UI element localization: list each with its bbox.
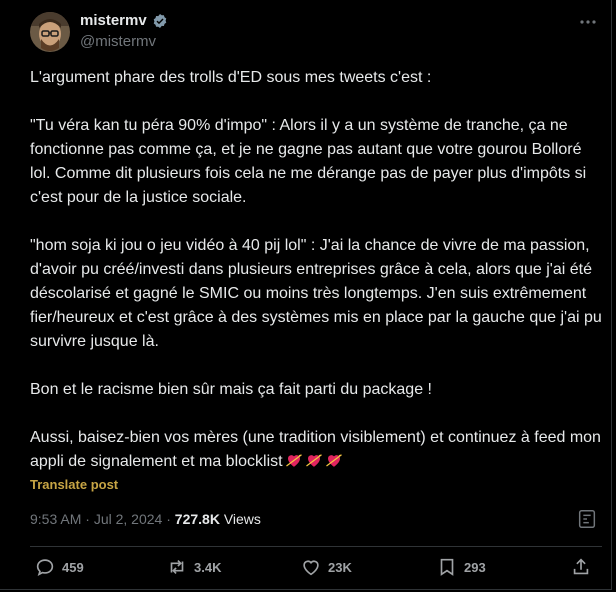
post-meta: 9:53 AM · Jul 2, 2024 · 727.8K Views bbox=[30, 511, 261, 527]
repost-button[interactable]: 3.4K bbox=[166, 556, 221, 578]
post-date[interactable]: Jul 2, 2024 bbox=[94, 511, 163, 527]
heart-with-arrow-icon bbox=[325, 454, 342, 467]
heart-icon bbox=[303, 560, 319, 576]
like-count: 23K bbox=[328, 559, 352, 575]
meta-separator: · bbox=[162, 511, 175, 527]
display-name[interactable]: mistermv bbox=[80, 12, 147, 29]
divider bbox=[30, 546, 602, 547]
reply-button[interactable]: 459 bbox=[34, 556, 84, 578]
more-options-icon[interactable] bbox=[578, 12, 598, 32]
reply-icon bbox=[36, 559, 54, 576]
author-name-row: mistermv bbox=[80, 12, 168, 29]
post-paragraph: L'argument phare des trolls d'ED sous me… bbox=[30, 69, 432, 86]
post-paragraph: "hom soja ki jou o jeu vidéo à 40 pij lo… bbox=[30, 237, 602, 350]
verified-badge-icon[interactable] bbox=[152, 13, 168, 29]
avatar[interactable] bbox=[30, 12, 70, 52]
avatar-image bbox=[30, 12, 70, 52]
heart-with-arrow-icon bbox=[305, 454, 322, 467]
post-paragraph: Bon et le racisme bien sûr mais ça fait … bbox=[30, 381, 432, 398]
views-label: Views bbox=[223, 511, 261, 527]
heart-with-arrow-icon bbox=[285, 454, 302, 467]
post-paragraph-last: Aussi, baisez-bien vos mères (une tradit… bbox=[30, 426, 602, 474]
share-button[interactable] bbox=[570, 556, 592, 578]
repost-count: 3.4K bbox=[194, 559, 222, 575]
post-card: mistermv @mistermv L'argument phare des … bbox=[0, 0, 612, 590]
repost-icon bbox=[170, 559, 184, 575]
author-handle[interactable]: @mistermv bbox=[80, 33, 156, 50]
bookmark-count: 293 bbox=[464, 559, 486, 575]
reply-count: 459 bbox=[62, 559, 84, 575]
translate-post-link[interactable]: Translate post bbox=[30, 477, 118, 492]
post-text: L'argument phare des trolls d'ED sous me… bbox=[30, 66, 602, 474]
bookmark-icon bbox=[440, 558, 454, 576]
analytics-icon[interactable] bbox=[576, 508, 598, 530]
post-paragraph: "Tu véra kan tu péra 90% d'impo" : Alors… bbox=[30, 117, 587, 206]
like-button[interactable]: 23K bbox=[300, 556, 352, 578]
action-bar: 459 3.4K 23K 293 bbox=[30, 556, 602, 582]
views-count: 727.8K bbox=[174, 511, 220, 527]
meta-separator: · bbox=[81, 511, 94, 527]
bookmark-button[interactable]: 293 bbox=[436, 556, 486, 578]
post-time[interactable]: 9:53 AM bbox=[30, 511, 81, 527]
share-icon bbox=[573, 558, 589, 575]
